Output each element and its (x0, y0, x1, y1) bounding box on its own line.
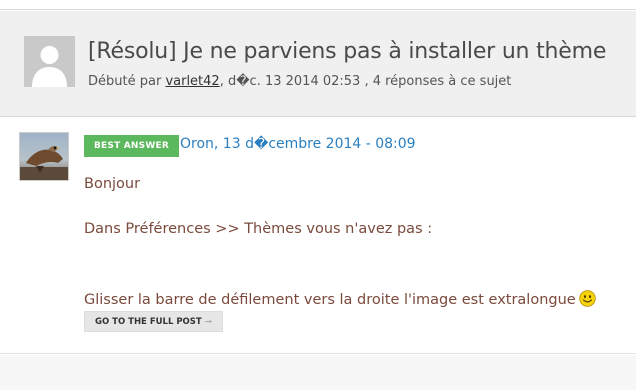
hawk-avatar-icon (20, 133, 68, 180)
arrow-right-icon: → (204, 317, 212, 327)
meta-prefix: Débuté par (88, 74, 166, 89)
meta-suffix: , d�c. 13 2014 02:53 , 4 réponses à ce s… (219, 74, 512, 89)
topic-meta: Débuté par varlet42, d�c. 13 2014 02:53 … (88, 74, 511, 89)
author-link[interactable]: varlet42 (165, 74, 219, 89)
best-answer-badge: BEST ANSWER (84, 135, 179, 157)
next-post-area (0, 355, 636, 390)
post-line-tip: Glisser la barre de défilement vers la d… (84, 290, 596, 308)
topic-header: [Résolu] Je ne parviens pas à installer … (0, 11, 636, 117)
post-date-link[interactable]: Oron, 13 d�cembre 2014 - 08:09 (180, 136, 416, 152)
post-line-greeting: Bonjour (84, 176, 141, 192)
smiley-icon (578, 290, 596, 307)
post-line-instructions: Dans Préférences >> Thèmes vous n'avez p… (84, 221, 433, 237)
user-silhouette-icon (24, 36, 75, 87)
full-post-button[interactable]: GO TO THE FULL POST → (84, 311, 223, 332)
top-strip (0, 0, 636, 10)
post-line-tip-text: Glisser la barre de défilement vers la d… (84, 292, 576, 308)
full-post-label: GO TO THE FULL POST (95, 317, 202, 327)
best-answer-post: BEST ANSWER Oron, 13 d�cembre 2014 - 08:… (0, 118, 636, 354)
topic-title: [Résolu] Je ne parviens pas à installer … (88, 39, 607, 64)
default-avatar[interactable] (24, 36, 75, 87)
poster-avatar[interactable] (19, 132, 69, 181)
